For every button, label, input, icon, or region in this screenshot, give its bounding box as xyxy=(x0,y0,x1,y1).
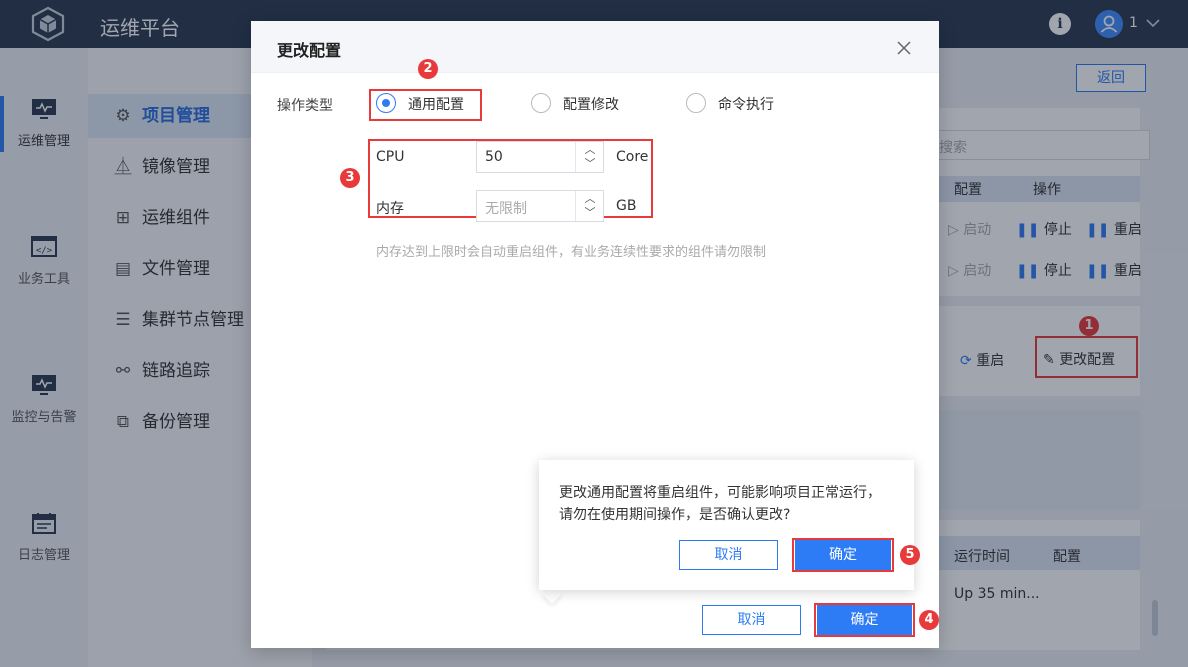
dialog-ok-button[interactable]: 确定 xyxy=(817,605,912,635)
radio-label: 配置修改 xyxy=(563,97,619,113)
cpu-stepper[interactable]: 50 ︿ ﹀ xyxy=(476,141,604,173)
stepper-down-icon[interactable]: ﹀ xyxy=(576,157,604,171)
annotation-badge-3: 3 xyxy=(340,168,360,188)
annotation-badge-2: 2 xyxy=(418,59,438,79)
annotation-badge-5: 5 xyxy=(900,545,920,565)
dialog-title: 更改配置 xyxy=(277,41,342,60)
radio-dot xyxy=(376,93,396,113)
radio-label: 命令执行 xyxy=(718,97,774,113)
popconfirm-message: 更改通用配置将重启组件，可能影响项目正常运行，请勿在使用期间操作，是否确认更改? xyxy=(559,485,881,523)
dialog-header: 更改配置 xyxy=(251,21,939,73)
dialog-cancel-button[interactable]: 取消 xyxy=(702,605,801,635)
operation-type-label: 操作类型 xyxy=(277,98,333,114)
memory-stepper[interactable]: 无限制 ︿ ﹀ xyxy=(476,190,604,222)
radio-label: 通用配置 xyxy=(408,97,464,113)
popconfirm-ok-button[interactable]: 确定 xyxy=(795,540,891,570)
stepper-down-icon[interactable]: ﹀ xyxy=(576,206,604,220)
radio-dot xyxy=(531,93,551,113)
memory-hint: 内存达到上限时会自动重启组件，有业务连续性要求的组件请勿限制 xyxy=(376,245,767,260)
stepper-up-icon[interactable]: ︿ xyxy=(576,192,604,206)
cpu-label: CPU xyxy=(376,149,405,165)
memory-placeholder: 无限制 xyxy=(485,201,527,217)
stepper-up-icon[interactable]: ︿ xyxy=(576,143,604,157)
cpu-value: 50 xyxy=(485,149,503,165)
stepper-arrows: ︿ ﹀ xyxy=(575,142,603,172)
memory-label: 内存 xyxy=(376,201,404,217)
popconfirm-cancel-button[interactable]: 取消 xyxy=(679,540,778,570)
radio-dot xyxy=(686,93,706,113)
stepper-arrows: ︿ ﹀ xyxy=(575,191,603,221)
memory-unit: GB xyxy=(616,198,637,214)
popconfirm: 更改通用配置将重启组件，可能影响项目正常运行，请勿在使用期间操作，是否确认更改?… xyxy=(539,460,914,590)
close-icon[interactable] xyxy=(897,41,911,55)
cpu-unit: Core xyxy=(616,149,649,165)
annotation-badge-4: 4 xyxy=(919,610,939,630)
